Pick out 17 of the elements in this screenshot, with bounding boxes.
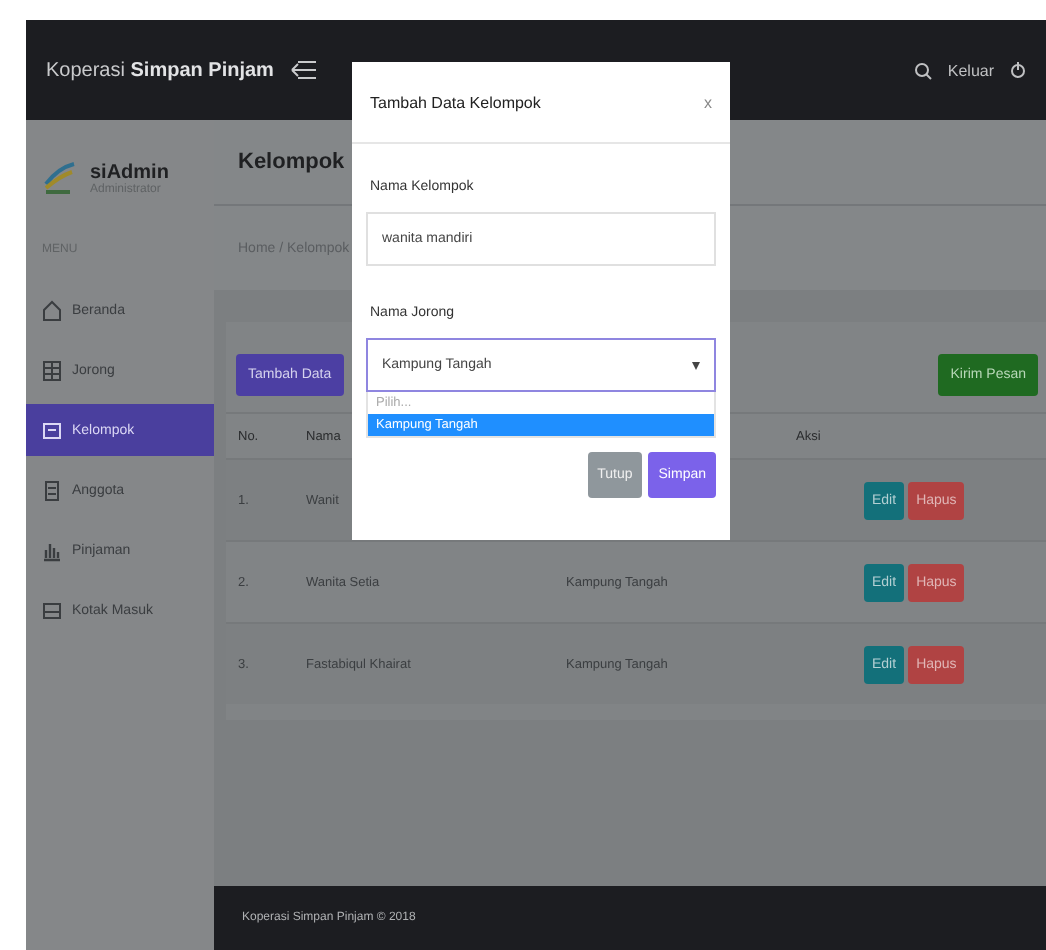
inbox-icon	[42, 599, 62, 621]
logout-link[interactable]: Keluar	[947, 61, 994, 79]
list-icon	[42, 479, 62, 501]
grid-icon	[42, 359, 62, 381]
chart-icon	[42, 539, 62, 561]
user-name: siAdmin	[90, 161, 169, 183]
close-button[interactable]: x	[704, 93, 712, 111]
menu-toggle-icon[interactable]	[289, 60, 318, 80]
folder-icon	[42, 419, 62, 441]
home-icon	[42, 299, 62, 321]
caret-icon	[692, 361, 700, 369]
page-title: Kelompok	[238, 150, 345, 174]
logo-icon	[42, 160, 78, 196]
app-title: Koperasi Simpan Pinjam	[46, 59, 274, 81]
modal-title: Tambah Data Kelompok	[370, 93, 541, 111]
search-icon[interactable]	[913, 61, 932, 79]
power-icon[interactable]	[1010, 62, 1026, 78]
